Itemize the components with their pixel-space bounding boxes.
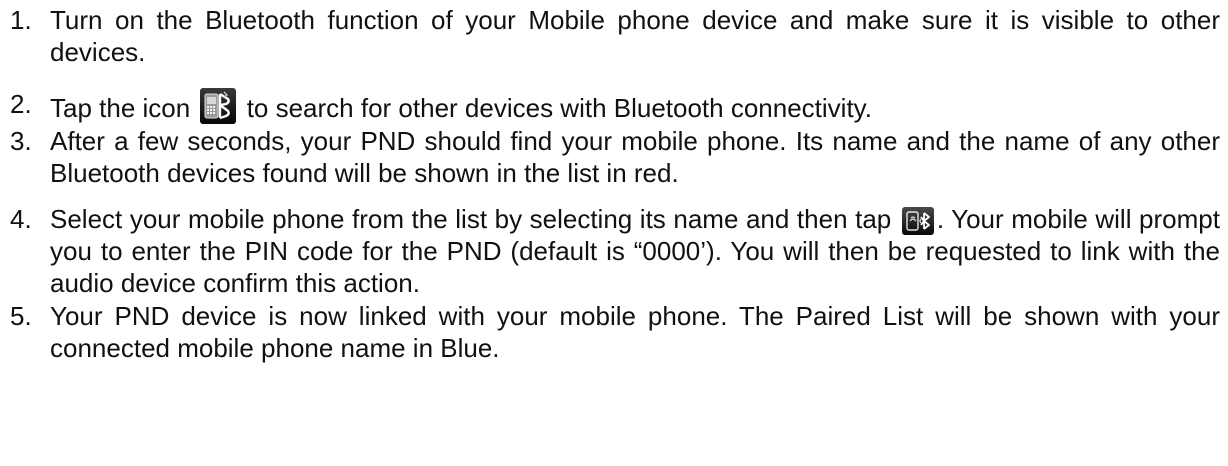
step-number: 5.	[10, 301, 32, 331]
step-text: Turn on the Bluetooth function of your M…	[50, 5, 1220, 67]
step-text-after-icon: to search for other devices with Bluetoo…	[246, 93, 872, 123]
instruction-steps: 1. Turn on the Bluetooth function of you…	[0, 4, 1228, 378]
step-text: After a few seconds, your PND should fin…	[50, 126, 1220, 188]
step-3: 3. After a few seconds, your PND should …	[0, 125, 1228, 189]
step-number: 1.	[10, 5, 32, 35]
step-number: 3.	[10, 126, 32, 156]
step-number: 4.	[10, 204, 32, 234]
step-4: 4. Select your mobile phone from the lis…	[0, 203, 1228, 299]
step-number: 2.	[10, 89, 32, 119]
step-5: 5. Your PND device is now linked with yo…	[0, 300, 1228, 364]
step-1: 1. Turn on the Bluetooth function of you…	[0, 4, 1228, 68]
bluetooth-pair-icon	[901, 207, 934, 235]
step-2: 2. Tap the icon to search for other devi…	[0, 82, 1228, 124]
bluetooth-search-icon	[200, 88, 237, 124]
step-text-before-icon: Tap the icon	[50, 93, 191, 123]
step-text: Your PND device is now linked with your …	[50, 301, 1220, 363]
step-text-before-icon: Select your mobile phone from the list b…	[50, 204, 892, 234]
